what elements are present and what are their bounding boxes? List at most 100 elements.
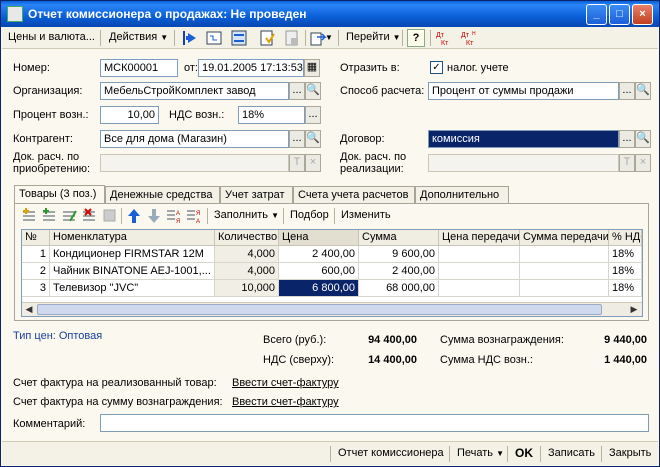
tax-accounting-checkbox[interactable]: ✓	[430, 61, 443, 74]
column-header-sum[interactable]: Сумма	[359, 230, 439, 246]
post-document-icon[interactable]	[258, 29, 276, 47]
scroll-thumb[interactable]	[37, 304, 602, 315]
minimize-button[interactable]: _	[586, 4, 607, 25]
select-button[interactable]: Подбор	[287, 207, 332, 225]
table-cell-quantity[interactable]: 4,000	[215, 246, 279, 263]
contract-select-button[interactable]: ...	[619, 130, 635, 148]
scroll-right-icon[interactable]: ▶	[627, 303, 641, 316]
table-cell-nomenclature[interactable]: Чайник BINATONE AEJ-1001,...	[50, 263, 215, 280]
counterparty-select-button[interactable]: ...	[289, 130, 305, 148]
close-window-button[interactable]: ×	[632, 4, 653, 25]
fill-menu[interactable]: Заполнить ▼	[211, 207, 282, 225]
table-cell-vat[interactable]: 18%	[609, 263, 642, 280]
table-cell-transfer-price[interactable]	[439, 246, 520, 263]
table-cell-transfer-sum[interactable]	[520, 246, 609, 263]
price-type-label[interactable]: Тип цен: Оптовая	[13, 330, 102, 342]
table-cell-number[interactable]: 3	[22, 280, 50, 297]
table-cell-nomenclature[interactable]: Телевизор "JVC"	[50, 280, 215, 297]
copy-row-icon[interactable]	[41, 207, 59, 225]
vat-reward-field[interactable]: 18%	[238, 106, 305, 124]
contract-field[interactable]: комиссия	[428, 130, 619, 148]
doc-purchase-field[interactable]	[100, 154, 289, 172]
counterparty-field[interactable]: Все для дома (Магазин)	[100, 130, 289, 148]
column-header-transfer-sum[interactable]: Сумма передачи	[520, 230, 609, 246]
sort-ascending-icon[interactable]: АЯ	[165, 207, 183, 225]
comment-field[interactable]	[100, 414, 649, 432]
save-button[interactable]: Записать	[544, 445, 599, 463]
move-up-icon[interactable]	[125, 207, 143, 225]
edit-row-icon[interactable]	[61, 207, 79, 225]
vat-reward-select-button[interactable]: ...	[305, 106, 321, 124]
column-header-nomenclature[interactable]: Номенклатура	[50, 230, 215, 246]
table-cell-quantity[interactable]: 4,000	[215, 263, 279, 280]
close-button[interactable]: Закрыть	[605, 445, 655, 463]
tab-costs[interactable]: Учет затрат	[220, 186, 293, 204]
actions-menu[interactable]: Действия ▼	[106, 29, 171, 47]
table-cell-vat[interactable]: 18%	[609, 280, 642, 297]
tab-money[interactable]: Денежные средства	[105, 186, 220, 204]
calc-method-field[interactable]: Процент от суммы продажи	[428, 82, 619, 100]
doc-sale-type-icon[interactable]: T	[619, 154, 635, 172]
table-cell-transfer-sum[interactable]	[520, 263, 609, 280]
move-down-icon[interactable]	[145, 207, 163, 225]
doc-sale-field[interactable]	[428, 154, 619, 172]
scroll-left-icon[interactable]: ◀	[22, 303, 36, 316]
table-cell-nomenclature[interactable]: Кондиционер FIRMSTAR 12M	[50, 246, 215, 263]
column-header-transfer-price[interactable]: Цена передачи	[439, 230, 520, 246]
calc-method-open-icon[interactable]: 🔍	[635, 82, 651, 100]
help-button[interactable]: ?	[407, 29, 425, 47]
unpost-document-icon[interactable]	[283, 29, 301, 47]
table-cell-number[interactable]: 2	[22, 263, 50, 280]
table-cell-transfer-price[interactable]	[439, 280, 520, 297]
commissioner-report-button[interactable]: Отчет комиссионера	[334, 445, 448, 463]
table-cell-sum[interactable]: 2 400,00	[359, 263, 439, 280]
print-menu[interactable]: Печать ▼	[453, 445, 508, 463]
calc-method-select-button[interactable]: ...	[619, 82, 635, 100]
navigate-menu[interactable]: Перейти ▼	[343, 29, 404, 47]
table-cell-sum[interactable]: 68 000,00	[359, 280, 439, 297]
reward-percent-field[interactable]: 10,00	[100, 106, 159, 124]
structure-icon[interactable]	[205, 29, 223, 47]
doc-sale-clear-icon[interactable]: ×	[635, 154, 651, 172]
based-on-chevron-icon[interactable]: ▼	[325, 30, 333, 48]
sold-goods-invoice-link[interactable]: Ввести счет-фактуру	[232, 377, 339, 389]
tax-debit-credit-icon[interactable]: Дт Н Кт	[460, 29, 478, 47]
table-cell-price[interactable]: 2 400,00	[279, 246, 359, 263]
column-header-vat[interactable]: % НДС	[609, 230, 642, 246]
organization-select-button[interactable]: ...	[289, 82, 305, 100]
table-cell-sum[interactable]: 9 600,00	[359, 246, 439, 263]
calendar-icon[interactable]: ▦	[304, 59, 320, 77]
sort-descending-icon[interactable]: ЯА	[185, 207, 203, 225]
table-cell-vat[interactable]: 18%	[609, 246, 642, 263]
table-cell-quantity[interactable]: 10,000	[215, 280, 279, 297]
organization-field[interactable]: МебельСтройКомплект завод	[100, 82, 289, 100]
change-button[interactable]: Изменить	[338, 207, 394, 225]
delete-row-icon[interactable]	[81, 207, 99, 225]
movements-icon[interactable]	[230, 29, 248, 47]
date-field[interactable]: 19.01.2005 17:13:53	[198, 59, 304, 77]
tab-additional[interactable]: Дополнительно	[415, 186, 509, 204]
column-header-number[interactable]: №	[22, 230, 50, 246]
column-header-price[interactable]: Цена	[279, 230, 359, 246]
number-field[interactable]: МСК00001	[100, 59, 178, 77]
doc-purchase-type-icon[interactable]: T	[289, 154, 305, 172]
add-row-icon[interactable]	[21, 207, 39, 225]
end-edit-icon[interactable]	[101, 207, 119, 225]
table-cell-transfer-sum[interactable]	[520, 280, 609, 297]
tab-goods[interactable]: Товары (3 поз.)	[14, 185, 105, 205]
doc-purchase-clear-icon[interactable]: ×	[305, 154, 321, 172]
back-arrow-icon[interactable]	[180, 29, 198, 47]
table-cell-number[interactable]: 1	[22, 246, 50, 263]
horizontal-scrollbar[interactable]: ◀ ▶	[22, 302, 642, 316]
table-cell-price[interactable]: 600,00	[279, 263, 359, 280]
maximize-button[interactable]: □	[609, 4, 630, 25]
column-header-quantity[interactable]: Количество	[215, 230, 279, 246]
reward-invoice-link[interactable]: Ввести счет-фактуру	[232, 396, 339, 408]
organization-open-icon[interactable]: 🔍	[305, 82, 321, 100]
debit-credit-icon[interactable]: ДтКт	[435, 29, 453, 47]
counterparty-open-icon[interactable]: 🔍	[305, 130, 321, 148]
prices-currency-button[interactable]: Цены и валюта...	[5, 29, 98, 47]
contract-open-icon[interactable]: 🔍	[635, 130, 651, 148]
table-cell-price-selected[interactable]: 6 800,00	[279, 280, 359, 297]
tab-settlement-accounts[interactable]: Счета учета расчетов	[293, 186, 415, 204]
